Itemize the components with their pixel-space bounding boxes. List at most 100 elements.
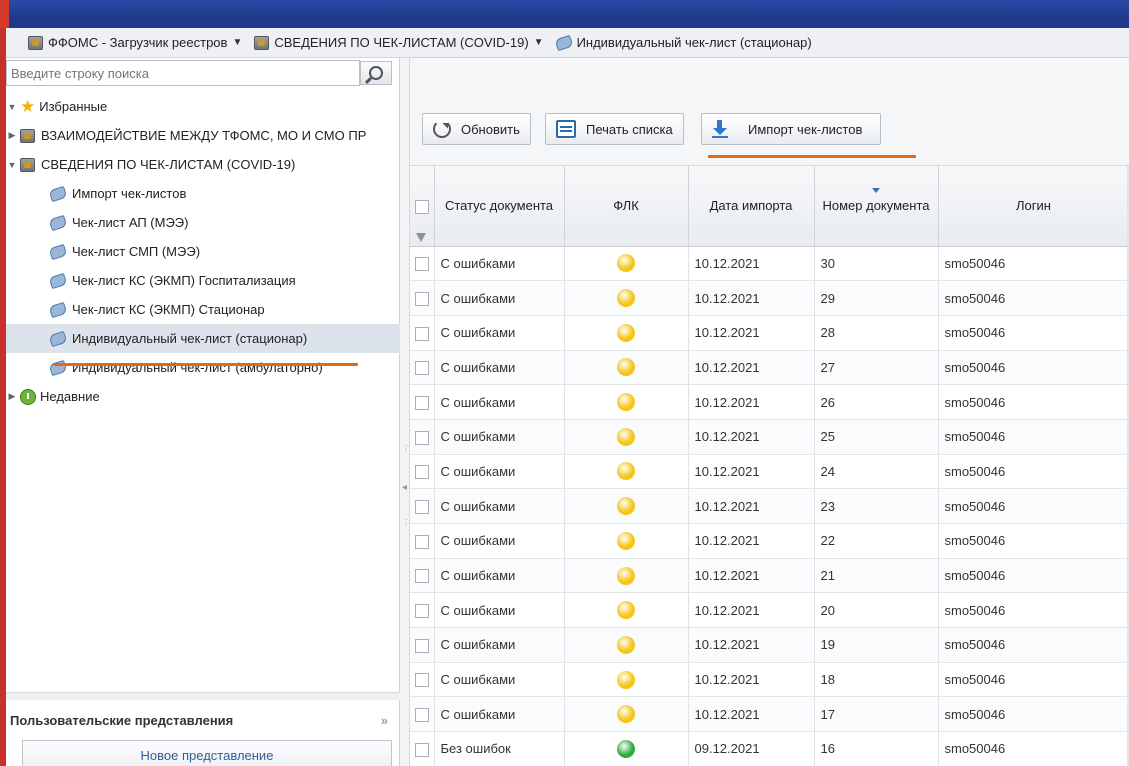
cell-import-date: 10.12.2021 bbox=[688, 315, 815, 351]
row-checkbox[interactable] bbox=[414, 465, 429, 480]
cell-login: smo50046 bbox=[938, 558, 1129, 594]
cell-login: smo50046 bbox=[938, 315, 1129, 351]
row-checkbox[interactable] bbox=[414, 326, 429, 341]
row-checkbox-cell[interactable] bbox=[410, 384, 435, 420]
print-list-button[interactable]: Печать списка bbox=[545, 113, 684, 145]
header-import-date[interactable]: Дата импорта bbox=[688, 166, 815, 247]
new-view-button[interactable]: Новое представление bbox=[22, 740, 392, 766]
cell-import-date: 10.12.2021 bbox=[688, 627, 815, 663]
row-checkbox[interactable] bbox=[414, 430, 429, 445]
row-checkbox[interactable] bbox=[414, 291, 429, 306]
row-checkbox-cell[interactable] bbox=[410, 558, 435, 594]
import-checklists-button[interactable]: Импорт чек-листов bbox=[701, 113, 882, 145]
tree-item-individual-stationary[interactable]: Индивидуальный чек-лист (стационар) bbox=[6, 324, 400, 353]
breadcrumb-item-loader[interactable]: ФФОМС - Загрузчик реестров ▼ bbox=[28, 35, 242, 50]
row-checkbox-cell[interactable] bbox=[410, 419, 435, 455]
tree-item-interaction[interactable]: ▶ ВЗАИМОДЕЙСТВИЕ МЕЖДУ ТФОМС, МО И СМО П… bbox=[6, 121, 400, 150]
breadcrumb-item-covid[interactable]: СВЕДЕНИЯ ПО ЧЕК-ЛИСТАМ (COVID-19) ▼ bbox=[254, 35, 544, 50]
cell-login: smo50046 bbox=[938, 662, 1129, 698]
table-row[interactable]: С ошибками 10.12.2021 27 smo50046 bbox=[410, 350, 1129, 386]
row-checkbox-cell[interactable] bbox=[410, 280, 435, 316]
row-checkbox-cell[interactable] bbox=[410, 246, 435, 282]
collapse-left-icon[interactable]: ◂ bbox=[402, 482, 407, 493]
row-checkbox-cell[interactable] bbox=[410, 696, 435, 733]
cell-status: С ошибками bbox=[434, 523, 565, 559]
table-row[interactable]: С ошибками 10.12.2021 19 smo50046 bbox=[410, 627, 1129, 663]
collapsed-arrow-icon[interactable]: ▶ bbox=[6, 391, 18, 402]
collapse-chevron-icon[interactable]: » bbox=[381, 713, 388, 728]
refresh-button[interactable]: Обновить bbox=[422, 113, 531, 145]
tree-item-checklist-smp[interactable]: Чек-лист СМП (МЭЭ) bbox=[6, 237, 400, 266]
table-row[interactable]: С ошибками 10.12.2021 29 smo50046 bbox=[410, 280, 1129, 316]
table-row[interactable]: С ошибками 10.12.2021 24 smo50046 bbox=[410, 454, 1129, 490]
row-checkbox[interactable] bbox=[414, 604, 429, 618]
table-row[interactable]: С ошибками 10.12.2021 25 smo50046 bbox=[410, 419, 1129, 455]
cell-login: smo50046 bbox=[938, 350, 1129, 386]
table-row[interactable]: С ошибками 10.12.2021 23 smo50046 bbox=[410, 488, 1129, 524]
row-checkbox[interactable] bbox=[414, 395, 429, 410]
table-row[interactable]: С ошибками 10.12.2021 18 smo50046 bbox=[410, 662, 1129, 698]
tree-item-checklist-ap[interactable]: Чек-лист АП (МЭЭ) bbox=[6, 208, 400, 237]
tree-label: ВЗАИМОДЕЙСТВИЕ МЕЖДУ ТФОМС, МО И СМО ПР bbox=[41, 128, 367, 143]
header-flk[interactable]: ФЛК bbox=[564, 166, 689, 247]
row-checkbox[interactable] bbox=[414, 638, 429, 653]
tree-item-checklist-ks-hosp[interactable]: Чек-лист КС (ЭКМП) Госпитализация bbox=[6, 266, 400, 295]
table-row[interactable]: С ошибками 10.12.2021 22 smo50046 bbox=[410, 523, 1129, 559]
row-checkbox-cell[interactable] bbox=[410, 731, 435, 766]
header-label: Номер документа bbox=[822, 198, 930, 214]
search-input[interactable] bbox=[6, 60, 360, 86]
cell-login: smo50046 bbox=[938, 488, 1129, 524]
filter-icon[interactable] bbox=[416, 232, 426, 242]
tree-item-recent[interactable]: ▶ Недавние bbox=[6, 382, 400, 411]
row-checkbox-cell[interactable] bbox=[410, 315, 435, 351]
header-status[interactable]: Статус документа bbox=[434, 166, 565, 247]
user-views-header[interactable]: Пользовательские представления » bbox=[6, 704, 400, 736]
header-document-number[interactable]: Номер документа bbox=[814, 166, 939, 247]
tree-item-checklist-ks-stat[interactable]: Чек-лист КС (ЭКМП) Стационар bbox=[6, 295, 400, 324]
caret-down-icon[interactable]: ▼ bbox=[534, 37, 544, 48]
table-row[interactable]: Без ошибок 09.12.2021 16 smo50046 bbox=[410, 731, 1129, 766]
row-checkbox-cell[interactable] bbox=[410, 350, 435, 386]
table-row[interactable]: С ошибками 10.12.2021 20 smo50046 bbox=[410, 592, 1129, 629]
caret-down-icon[interactable]: ▼ bbox=[232, 37, 242, 48]
row-checkbox[interactable] bbox=[414, 569, 429, 584]
tree-item-covid-checklists[interactable]: ▼ СВЕДЕНИЯ ПО ЧЕК-ЛИСТАМ (COVID-19) bbox=[6, 150, 400, 179]
expanded-arrow-icon[interactable]: ▼ bbox=[6, 102, 18, 112]
row-checkbox-cell[interactable] bbox=[410, 662, 435, 698]
table-row[interactable]: С ошибками 10.12.2021 17 smo50046 bbox=[410, 696, 1129, 733]
sidebar-splitter[interactable]: ⋮ ◂ ⋮ bbox=[400, 58, 410, 766]
row-checkbox[interactable] bbox=[414, 673, 429, 688]
breadcrumb-item-current[interactable]: Индивидуальный чек-лист (стационар) bbox=[554, 34, 812, 51]
row-checkbox[interactable] bbox=[414, 361, 429, 376]
table-row[interactable]: С ошибками 10.12.2021 21 smo50046 bbox=[410, 558, 1129, 594]
row-checkbox-cell[interactable] bbox=[410, 523, 435, 559]
tree-item-favorites[interactable]: ▼ ★ Избранные bbox=[6, 92, 400, 121]
row-checkbox[interactable] bbox=[414, 534, 429, 549]
cell-import-date: 10.12.2021 bbox=[688, 384, 815, 420]
tree-item-individual-ambulatory[interactable]: Индивидуальный чек-лист (амбулаторно) bbox=[6, 353, 400, 382]
collapsed-arrow-icon[interactable]: ▶ bbox=[6, 130, 18, 141]
row-checkbox[interactable] bbox=[414, 499, 429, 514]
cell-document-number: 28 bbox=[814, 315, 939, 351]
row-checkbox-cell[interactable] bbox=[410, 454, 435, 490]
select-all-header[interactable] bbox=[410, 166, 435, 247]
row-checkbox[interactable] bbox=[414, 742, 429, 757]
row-checkbox-cell[interactable] bbox=[410, 627, 435, 663]
search-button[interactable] bbox=[360, 61, 392, 85]
expanded-arrow-icon[interactable]: ▼ bbox=[6, 160, 18, 170]
table-row[interactable]: С ошибками 10.12.2021 30 smo50046 bbox=[410, 246, 1129, 282]
header-login[interactable]: Логин bbox=[938, 166, 1129, 247]
row-checkbox[interactable] bbox=[414, 708, 429, 723]
row-checkbox-cell[interactable] bbox=[410, 488, 435, 524]
row-checkbox-cell[interactable] bbox=[410, 592, 435, 629]
tree-item-import[interactable]: Импорт чек-листов bbox=[6, 179, 400, 208]
table-row[interactable]: С ошибками 10.12.2021 28 smo50046 bbox=[410, 315, 1129, 351]
row-checkbox[interactable] bbox=[414, 257, 429, 272]
panel-splitter[interactable] bbox=[6, 692, 400, 700]
document-icon bbox=[48, 214, 68, 231]
select-all-checkbox[interactable] bbox=[414, 199, 429, 214]
table-row[interactable]: С ошибками 10.12.2021 26 smo50046 bbox=[410, 384, 1129, 420]
cell-login: smo50046 bbox=[938, 627, 1129, 663]
cell-document-number: 16 bbox=[814, 731, 939, 766]
flk-status-icon bbox=[617, 497, 635, 516]
